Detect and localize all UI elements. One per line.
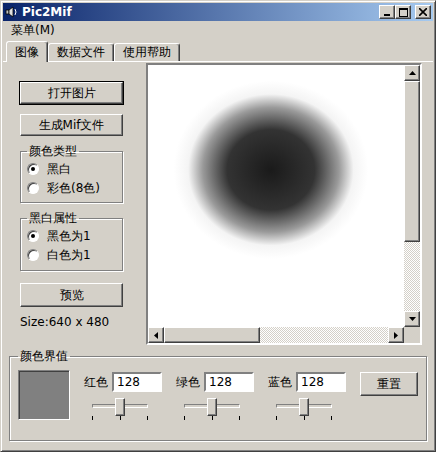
group-title: 颜色界值 <box>18 349 70 363</box>
radio-label[interactable]: 白色为1 <box>47 248 91 262</box>
channel-slider[interactable] <box>92 397 148 419</box>
scroll-up-button[interactable] <box>404 65 420 81</box>
radio-label[interactable]: 黑色为1 <box>47 229 91 243</box>
window-title: Pic2Mif <box>22 5 379 19</box>
vertical-scrollbar[interactable] <box>404 65 420 327</box>
slider-thumb[interactable] <box>299 398 309 416</box>
up-arrow-icon <box>409 71 416 75</box>
tab[interactable]: 使用帮助 <box>114 43 180 61</box>
scroll-down-button[interactable] <box>404 311 420 327</box>
channel-input[interactable] <box>112 372 162 392</box>
color-swatch <box>18 370 70 420</box>
channel-label: 红色 <box>84 375 108 389</box>
tick-mark <box>239 416 240 420</box>
threshold-group: 颜色界值 红色 绿色 蓝色 重置 <box>9 349 427 441</box>
threshold-row: 红色 绿色 蓝色 重置 <box>18 364 418 420</box>
group-title: 黑白属性 <box>27 211 79 225</box>
open-image-button[interactable]: 打开图片 <box>20 82 123 104</box>
radio-list: 黑白彩色(8色) <box>27 159 116 197</box>
tab[interactable]: 数据文件 <box>48 43 114 61</box>
tick-mark <box>120 416 121 420</box>
group-title: 颜色类型 <box>27 144 79 158</box>
channel-slider[interactable] <box>276 397 332 419</box>
channel-control: 蓝色 <box>268 364 360 419</box>
maximize-icon <box>399 8 408 17</box>
tick-mark <box>331 416 332 420</box>
channel-field: 蓝色 <box>268 372 360 392</box>
radio-option[interactable]: 黑色为1 <box>27 227 116 246</box>
radio-label[interactable]: 黑白 <box>47 162 71 176</box>
menu-bar: 菜单(M) <box>3 21 433 40</box>
slider-track[interactable] <box>92 404 148 408</box>
tick-mark <box>184 416 185 420</box>
scroll-thumb[interactable] <box>404 81 420 242</box>
slider-ticks <box>276 416 332 420</box>
channel-label: 绿色 <box>176 375 200 389</box>
radio-list: 黑色为1 白色为1 <box>27 227 116 265</box>
horizontal-scrollbar[interactable] <box>148 327 404 343</box>
scroll-track[interactable] <box>164 327 388 343</box>
close-icon <box>419 8 427 16</box>
preview-button[interactable]: 预览 <box>20 283 123 307</box>
channel-input[interactable] <box>296 372 346 392</box>
speaker-icon <box>5 5 19 19</box>
title-bar[interactable]: Pic2Mif <box>3 3 433 21</box>
generate-mif-button[interactable]: 生成Mif文件 <box>20 114 123 136</box>
slider-track[interactable] <box>276 404 332 408</box>
scroll-corner <box>404 327 420 343</box>
menu-item[interactable]: 菜单(M) <box>9 22 57 38</box>
channel-field: 绿色 <box>176 372 268 392</box>
left-arrow-icon <box>154 332 158 339</box>
down-arrow-icon <box>409 317 416 321</box>
slider-thumb[interactable] <box>207 398 217 416</box>
scroll-thumb[interactable] <box>164 327 260 343</box>
radio-option[interactable]: 白色为1 <box>27 246 116 265</box>
radio-button[interactable] <box>27 182 39 194</box>
channel-label: 蓝色 <box>268 375 292 389</box>
slider-ticks <box>184 416 240 420</box>
tick-mark <box>304 416 305 420</box>
reset-button[interactable]: 重置 <box>360 372 418 396</box>
radio-button[interactable] <box>27 249 39 261</box>
image-preview <box>146 63 422 345</box>
slider-thumb[interactable] <box>115 398 125 416</box>
radio-option[interactable]: 黑白 <box>27 159 116 178</box>
controls-panel: 打开图片 生成Mif文件 颜色类型 黑白彩色(8色) 黑白属性 黑色为1 白色为1… <box>3 62 144 347</box>
size-label: Size:640 x 480 <box>20 315 144 329</box>
tick-mark <box>276 416 277 420</box>
radio-button[interactable] <box>27 230 39 242</box>
bw-property-group: 黑白属性 黑色为1 白色为1 <box>20 211 123 270</box>
close-button[interactable] <box>415 5 431 19</box>
color-type-group: 颜色类型 黑白彩色(8色) <box>20 144 123 203</box>
scroll-right-button[interactable] <box>388 327 404 343</box>
right-arrow-icon <box>394 332 398 339</box>
radio-option[interactable]: 彩色(8色) <box>27 178 116 197</box>
tick-mark <box>147 416 148 420</box>
tick-mark <box>212 416 213 420</box>
channel-input[interactable] <box>204 372 254 392</box>
tab-panel: 打开图片 生成Mif文件 颜色类型 黑白彩色(8色) 黑白属性 黑色为1 白色为1… <box>3 61 433 347</box>
app-window: Pic2Mif 菜单(M) 图像数据文件使用帮助 打开图片 生成Mif文件 颜色… <box>0 0 436 452</box>
channel-field: 红色 <box>84 372 176 392</box>
slider-track[interactable] <box>184 404 240 408</box>
tab-strip: 图像数据文件使用帮助 <box>3 40 433 61</box>
radio-label[interactable]: 彩色(8色) <box>47 181 100 195</box>
channel-control: 红色 <box>84 364 176 419</box>
tab[interactable]: 图像 <box>6 41 48 62</box>
minimize-button[interactable] <box>379 5 395 19</box>
maximize-button[interactable] <box>395 5 411 19</box>
tick-mark <box>92 416 93 420</box>
scroll-left-button[interactable] <box>148 327 164 343</box>
minimize-icon <box>383 8 391 16</box>
photo-preview <box>148 65 404 327</box>
slider-ticks <box>92 416 148 420</box>
channel-slider[interactable] <box>184 397 240 419</box>
radio-button[interactable] <box>27 163 39 175</box>
channel-control: 绿色 <box>176 364 268 419</box>
scroll-track[interactable] <box>404 81 420 311</box>
threshold-area: 颜色界值 红色 绿色 蓝色 重置 <box>9 349 427 443</box>
